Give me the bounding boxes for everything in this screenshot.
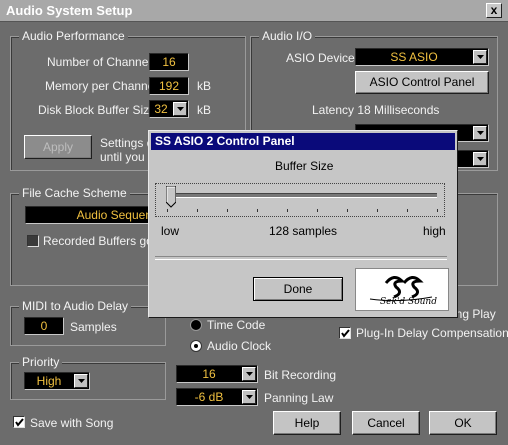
audio-clock-radio[interactable]: [190, 340, 202, 352]
title-bar: Audio System Setup: [0, 0, 508, 22]
audio-performance-title: Audio Performance: [19, 29, 128, 43]
latency-text: Latency 18 Milliseconds: [312, 103, 440, 117]
midi-delay-unit: Samples: [70, 320, 117, 334]
file-cache-value: Audio Sequenc: [76, 208, 158, 222]
sekd-logo: Sek'd Sound: [355, 268, 449, 311]
slider-tick: [227, 209, 228, 212]
slider-tick: [407, 209, 408, 212]
priority-title: Priority: [19, 355, 63, 369]
window-title: Audio System Setup: [6, 3, 133, 18]
logo-text: Sek'd Sound: [380, 297, 437, 307]
during-play-label: ing Play: [453, 307, 496, 321]
panning-law-select[interactable]: -6 dB: [176, 388, 258, 406]
cancel-button[interactable]: Cancel: [352, 411, 420, 435]
bit-recording-value: 16: [202, 367, 216, 381]
settings-note-line2: until you c: [100, 150, 155, 164]
chevron-down-icon: [473, 126, 487, 140]
slider-value-label: 128 samples: [269, 224, 338, 238]
dialog-divider: [155, 256, 447, 260]
apply-button[interactable]: Apply: [24, 135, 92, 159]
close-button[interactable]: x: [486, 3, 502, 18]
asio-device-value: SS ASIO: [390, 50, 438, 64]
priority-value: High: [36, 374, 62, 388]
close-icon: x: [490, 3, 498, 17]
memory-field[interactable]: 192: [149, 77, 189, 95]
slider-tick: [167, 209, 168, 212]
panning-law-label: Panning Law: [264, 391, 334, 405]
midi-delay-field[interactable]: 0: [24, 317, 64, 335]
buffer-label: Disk Block Buffer Size: [38, 103, 156, 117]
buffer-select[interactable]: 32: [149, 100, 189, 118]
chevron-down-icon: [173, 102, 187, 116]
save-with-song-label: Save with Song: [30, 416, 114, 430]
dialog-title: SS ASIO 2 Control Panel: [151, 133, 455, 150]
file-cache-title: File Cache Scheme: [19, 186, 130, 200]
slider-tick: [257, 209, 258, 212]
slider-track[interactable]: [167, 193, 437, 198]
slider-high-label: high: [423, 224, 446, 238]
asio-device-label: ASIO Device: [286, 51, 355, 65]
slider-thumb[interactable]: [165, 185, 177, 208]
recorded-buffers-label: Recorded Buffers go c: [43, 234, 163, 248]
asio-control-panel-dialog: SS ASIO 2 Control Panel Buffer Size low …: [148, 130, 458, 318]
chevron-down-icon: [473, 50, 487, 64]
slider-tick: [317, 209, 318, 212]
slider-frame: [155, 183, 445, 217]
recorded-buffers-checkbox[interactable]: [27, 235, 39, 247]
checkmark-icon: [341, 329, 350, 338]
chevron-down-icon: [74, 374, 88, 388]
slider-low-label: low: [161, 224, 180, 238]
slider-tick: [347, 209, 348, 212]
asio-device-select[interactable]: SS ASIO: [355, 48, 489, 66]
audio-clock-label: Audio Clock: [207, 339, 272, 353]
time-code-radio[interactable]: [190, 319, 202, 331]
plugin-delay-checkbox[interactable]: [339, 327, 351, 339]
done-button[interactable]: Done: [253, 277, 343, 301]
audio-io-title: Audio I/O: [259, 29, 316, 43]
memory-unit: kB: [197, 79, 212, 93]
midi-delay-title: MIDI to Audio Delay: [19, 299, 132, 313]
radio-dot-icon: [194, 344, 198, 348]
settings-note-line1: Settings d: [100, 136, 154, 150]
time-code-label: Time Code: [207, 318, 266, 332]
chevron-down-icon: [473, 152, 487, 166]
plugin-delay-label: Plug-In Delay Compensation: [356, 326, 508, 340]
checkmark-icon: [15, 418, 24, 427]
priority-select[interactable]: High: [24, 372, 90, 390]
panning-law-value: -6 dB: [194, 390, 224, 404]
slider-tick: [377, 209, 378, 212]
save-with-song-checkbox[interactable]: [13, 416, 25, 428]
buffer-value: 32: [154, 102, 168, 116]
chevron-down-icon: [242, 367, 256, 381]
buffer-size-title: Buffer Size: [275, 159, 334, 173]
bit-recording-select[interactable]: 16: [176, 365, 258, 383]
chevron-down-icon: [242, 390, 256, 404]
slider-tick: [437, 209, 438, 212]
slider-tick: [197, 209, 198, 212]
bit-recording-label: Bit Recording: [264, 368, 337, 382]
asio-control-panel-button[interactable]: ASIO Control Panel: [355, 71, 489, 94]
help-button[interactable]: Help: [273, 411, 341, 435]
file-cache-select[interactable]: Audio Sequenc: [25, 206, 165, 224]
channels-field[interactable]: 16: [149, 53, 189, 71]
buffer-unit: kB: [197, 103, 212, 117]
memory-label: Memory per Channel: [45, 79, 158, 93]
slider-tick: [287, 209, 288, 212]
channels-label: Number of Channels: [47, 55, 158, 69]
ok-button[interactable]: OK: [429, 411, 497, 435]
